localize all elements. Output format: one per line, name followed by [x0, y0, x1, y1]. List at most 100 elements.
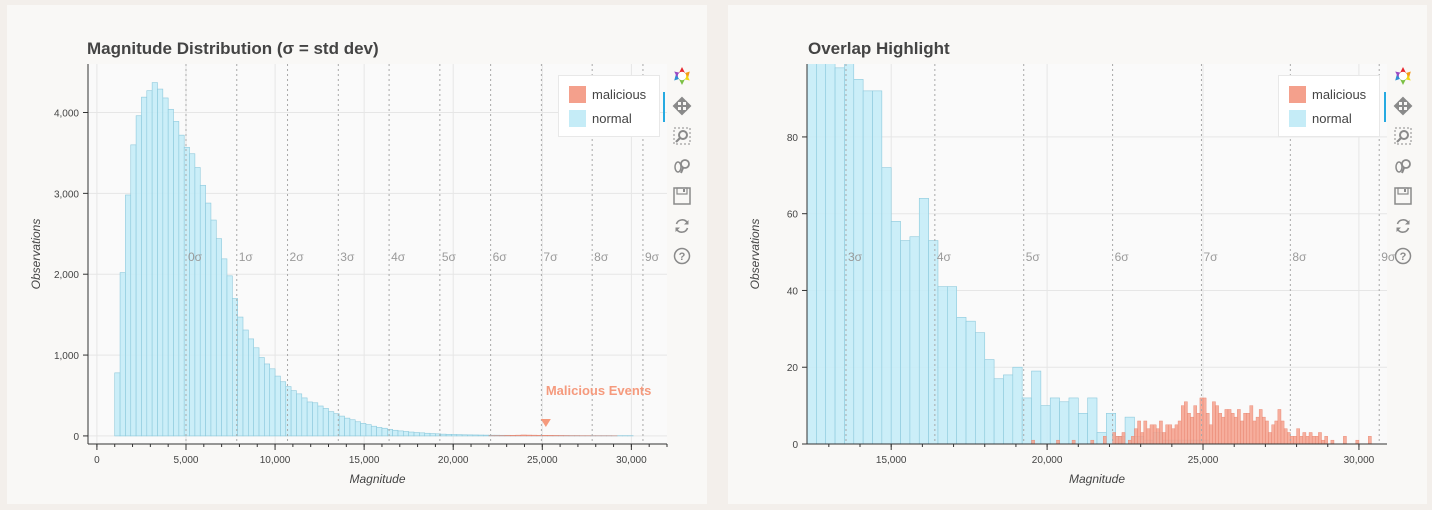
sigma-label: 7σ [1203, 250, 1218, 264]
chart-panel-overlap: Overlap Highlight 3σ 4σ 5σ 6σ 7σ 8σ 9σ 0 20 40 60 80… [728, 5, 1427, 504]
sigma-label: 4σ [937, 250, 952, 264]
bar-normal [322, 408, 329, 437]
y-axis-label: Observations [748, 219, 762, 290]
bar-malicious [1090, 439, 1095, 444]
bar-normal [360, 423, 367, 437]
bar-normal [376, 427, 383, 437]
save-icon [1394, 186, 1412, 210]
bar-normal [125, 194, 132, 437]
bar-malicious [1134, 428, 1138, 444]
bokeh-logo [669, 63, 695, 93]
bar-normal [1040, 405, 1051, 444]
bar-normal [210, 219, 217, 437]
reset-tool-button[interactable] [669, 213, 695, 243]
bar-normal [413, 432, 420, 437]
bar-normal [221, 258, 228, 437]
bar-malicious [1168, 424, 1173, 444]
bar-normal [397, 430, 404, 437]
sigma-label: 6σ [1115, 250, 1130, 264]
bar-normal [381, 427, 388, 437]
bar-normal [264, 363, 271, 437]
toolbar: ? [663, 63, 695, 273]
y-tick-label: 80 [787, 133, 799, 144]
help-tool-button[interactable]: ? [669, 243, 695, 273]
sigma-label: 1σ [239, 250, 254, 264]
bar-normal [965, 320, 976, 444]
wheel-zoom-tool-button[interactable] [669, 153, 695, 183]
bar-malicious [531, 434, 538, 437]
bar-normal [881, 167, 892, 444]
bar-malicious [542, 435, 548, 437]
bar-normal [237, 316, 244, 437]
bar-malicious [1305, 436, 1310, 444]
bar-malicious [1237, 409, 1241, 444]
bar-normal [993, 378, 1004, 444]
bar-normal [141, 96, 148, 437]
bokeh-logo-icon [672, 66, 692, 91]
bar-normal [114, 372, 121, 437]
bar-malicious [1268, 432, 1272, 444]
bar-malicious [1243, 413, 1247, 444]
bar-malicious [1321, 439, 1325, 444]
bar-normal [258, 357, 265, 437]
y-tick-label: 3,000 [54, 189, 79, 200]
chart-title: Magnitude Distribution (σ = std dev) [87, 39, 379, 58]
bar-normal [215, 238, 222, 437]
legend-item-normal[interactable]: normal [1289, 108, 1352, 128]
pan-tool-button[interactable] [1384, 92, 1416, 123]
legend-item-malicious[interactable]: malicious [1289, 84, 1366, 104]
help-tool-button[interactable]: ? [1390, 243, 1416, 273]
bar-normal [807, 64, 817, 444]
legend-item-normal[interactable]: normal [569, 108, 632, 128]
legend-label-normal: normal [1312, 110, 1352, 126]
bar-malicious [510, 435, 516, 437]
save-tool-button[interactable] [669, 183, 695, 213]
box-zoom-tool-button[interactable] [1390, 123, 1416, 153]
pan-icon [1393, 96, 1413, 120]
bar-normal [1012, 366, 1023, 444]
legend: malicious normal [1278, 75, 1380, 137]
legend-item-malicious[interactable]: malicious [569, 84, 646, 104]
x-tick-label: 5,000 [173, 455, 198, 466]
bar-malicious [1143, 420, 1148, 444]
sigma-label: 8σ [594, 250, 609, 264]
bar-normal [429, 433, 436, 437]
bar-normal [183, 146, 190, 437]
reset-tool-button[interactable] [1390, 213, 1416, 243]
bar-malicious [1277, 409, 1282, 444]
bar-malicious [515, 434, 522, 437]
legend-swatch-malicious [1289, 85, 1306, 103]
bar-malicious [1196, 413, 1201, 444]
bar-normal [354, 421, 361, 437]
bar-normal [157, 88, 164, 437]
bar-malicious [1368, 436, 1372, 444]
bar-malicious [1274, 420, 1279, 444]
bar-normal [1031, 370, 1042, 444]
box-zoom-tool-button[interactable] [669, 123, 695, 153]
bar-normal [834, 67, 845, 444]
bar-malicious [1262, 416, 1266, 444]
x-axis-label: Magnitude [1069, 472, 1125, 486]
wheel-zoom-tool-button[interactable] [1390, 153, 1416, 183]
bar-malicious [1205, 413, 1210, 444]
bar-normal [173, 121, 180, 437]
bar-malicious [1202, 397, 1207, 444]
bar-malicious [1193, 405, 1197, 444]
x-tick-label: 15,000 [876, 455, 907, 466]
bar-normal [349, 419, 356, 437]
sigma-label: 3σ [848, 250, 863, 264]
pan-icon [672, 96, 692, 120]
wheel-zoom-icon [1394, 157, 1412, 180]
x-tick-label: 0 [94, 455, 100, 466]
bar-malicious [1318, 432, 1322, 444]
bar-normal [317, 405, 324, 437]
bar-normal [242, 329, 249, 437]
bar-normal [900, 240, 911, 444]
bar-malicious [1330, 439, 1335, 444]
bar-malicious [1240, 420, 1244, 444]
bar-normal [306, 401, 313, 437]
bar-normal [872, 90, 883, 444]
pan-tool-button[interactable] [663, 92, 695, 123]
save-tool-button[interactable] [1390, 183, 1416, 213]
help-icon: ? [673, 247, 691, 270]
